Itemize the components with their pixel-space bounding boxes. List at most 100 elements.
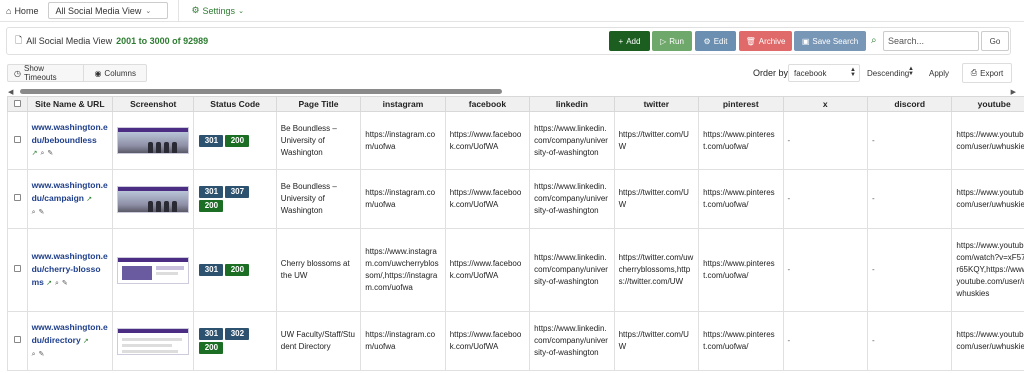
site-cell: www.washington.edu/cherry-blossoms ↗ ⌕ ✎ <box>26 228 114 312</box>
go-button[interactable]: Go <box>981 31 1009 51</box>
magnifier-icon[interactable]: ⌕ <box>32 349 36 361</box>
gears-icon: ⚙ <box>191 5 200 15</box>
facebook-cell: https://www.facebook.com/UofWA <box>444 169 531 229</box>
pencil-icon[interactable]: ✎ <box>38 349 44 361</box>
external-link-icon[interactable]: ↗ <box>46 278 52 290</box>
status-badge: 200 <box>199 342 224 354</box>
instagram-cell: https://instagram.com/uofwa <box>360 169 446 229</box>
screenshot-cell <box>112 169 195 229</box>
results-toolbar: 🗋 All Social Media View 2001 to 3000 of … <box>6 27 1011 55</box>
screenshot-thumbnail[interactable] <box>117 327 190 355</box>
view-toggle-group: ◷ Show Timeouts ◉ Columns <box>7 64 147 82</box>
horizontal-scrollbar[interactable]: ◀ ▶ <box>8 88 1016 96</box>
screenshot-thumbnail[interactable] <box>117 256 190 284</box>
linkedin-cell: https://www.linkedin.com/company/univers… <box>529 228 615 312</box>
magnifier-icon[interactable]: ⌕ <box>32 207 36 219</box>
home-link[interactable]: ⌂ Home <box>0 0 44 22</box>
search-icon: ⌕ <box>871 35 877 46</box>
site-link[interactable]: www.washington.edu/beboundless <box>32 122 108 145</box>
row-checkbox[interactable] <box>7 169 28 229</box>
export-button[interactable]: ⎙ Export <box>962 63 1012 83</box>
order-direction-select[interactable]: Descending ▲ ▼ <box>863 64 917 82</box>
status-badge: 301 <box>199 186 224 198</box>
pencil-icon[interactable]: ✎ <box>38 207 44 219</box>
show-timeouts-button[interactable]: ◷ Show Timeouts <box>8 64 85 82</box>
play-icon: ▷ <box>660 36 667 46</box>
site-link[interactable]: www.washington.edu/directory <box>32 322 108 345</box>
order-field-select[interactable]: facebook ▲ ▼ <box>788 64 860 82</box>
nav-divider <box>178 0 180 22</box>
external-link-icon[interactable]: ↗ <box>86 194 92 206</box>
instagram-cell: https://www.instagram.com/uwcherryblosso… <box>360 228 446 312</box>
discord-cell: - <box>866 311 953 371</box>
column-header[interactable]: twitter <box>613 96 700 112</box>
page-title-cell: UW Faculty/Staff/Student Directory <box>275 311 362 371</box>
column-header[interactable]: linkedin <box>529 96 615 112</box>
search-input[interactable] <box>883 31 979 51</box>
status-badge: 301 <box>199 328 224 340</box>
columns-button[interactable]: ◉ Columns <box>84 65 146 81</box>
screenshot-thumbnail[interactable] <box>117 185 190 213</box>
x-cell: - <box>782 111 868 170</box>
save-icon: ▣ <box>801 36 810 46</box>
youtube-cell: https://www.youtube.com/watch?v=xF57xr65… <box>951 228 1024 312</box>
settings-menu[interactable]: ⚙ Settings ⌄ <box>191 5 243 16</box>
column-header[interactable]: instagram <box>360 96 446 112</box>
checkbox-icon <box>13 336 21 343</box>
scroll-left-icon[interactable]: ◀ <box>8 88 13 96</box>
view-dropdown[interactable]: All Social Media View ⌄ <box>48 2 169 19</box>
twitter-cell: https://twitter.com/UW <box>613 311 700 371</box>
add-button[interactable]: + Add <box>609 31 650 51</box>
site-link[interactable]: www.washington.edu/campaign <box>32 180 108 203</box>
checkbox-icon <box>13 265 21 272</box>
status-badge: 301 <box>199 134 224 147</box>
scroll-right-icon[interactable]: ▶ <box>1011 88 1016 96</box>
external-link-icon[interactable]: ↗ <box>32 148 38 160</box>
column-header[interactable]: Page Title <box>275 96 362 112</box>
run-button[interactable]: ▷ Run <box>652 31 692 51</box>
save-search-button[interactable]: ▣ Save Search <box>794 31 866 51</box>
facebook-cell: https://www.facebook.com/UofWA <box>444 228 531 312</box>
column-header[interactable]: pinterest <box>698 96 784 112</box>
scrollbar-thumb[interactable] <box>20 89 502 94</box>
column-header[interactable]: discord <box>866 96 953 112</box>
status-badge: 200 <box>199 200 224 212</box>
apply-button[interactable]: Apply <box>922 64 956 82</box>
archive-label: Archive <box>758 36 786 46</box>
page-title-cell: Be Boundless – University of Washington <box>275 111 362 170</box>
top-nav: ⌂ Home All Social Media View ⌄ ⚙ Setting… <box>0 0 1024 22</box>
archive-button[interactable]: 🗑 Archive <box>739 31 792 51</box>
pencil-icon[interactable]: ✎ <box>47 148 53 160</box>
row-checkbox[interactable] <box>7 311 28 371</box>
column-header[interactable]: Screenshot <box>112 96 195 112</box>
external-link-icon[interactable]: ↗ <box>83 336 89 348</box>
status-badge: 200 <box>225 264 250 276</box>
instagram-cell: https://instagram.com/uofwa <box>360 111 446 170</box>
magnifier-icon[interactable]: ⌕ <box>40 148 44 160</box>
discord-cell: - <box>866 228 953 312</box>
column-header[interactable]: x <box>782 96 868 112</box>
linkedin-cell: https://www.linkedin.com/company/univers… <box>529 311 615 371</box>
row-checkbox[interactable] <box>7 228 28 312</box>
column-header[interactable]: youtube <box>951 96 1024 112</box>
pinterest-cell: https://www.pinterest.com/uofwa/ <box>698 169 784 229</box>
screenshot-thumbnail[interactable] <box>117 127 190 154</box>
pencil-icon[interactable]: ✎ <box>62 278 68 290</box>
checkbox-icon <box>13 100 21 107</box>
add-label: Add <box>626 36 641 46</box>
edit-button[interactable]: ⚙ Edit <box>695 31 736 51</box>
chevron-down-icon: ⌄ <box>238 7 244 15</box>
select-all-checkbox[interactable] <box>7 96 28 112</box>
site-cell: www.washington.edu/beboundless ↗ ⌕ ✎ <box>26 111 114 170</box>
column-header[interactable]: Site Name & URL <box>26 96 114 112</box>
column-header[interactable]: Status Code <box>193 96 277 112</box>
table-row: www.washington.edu/campaign ↗ ⌕ ✎ 301 307 … <box>7 169 1024 229</box>
magnifier-icon[interactable]: ⌕ <box>55 278 59 290</box>
eye-icon: ◉ <box>94 68 102 78</box>
site-link[interactable]: www.washington.edu/cherry-blossoms <box>32 251 108 287</box>
trash-icon: 🗑 <box>745 36 756 46</box>
row-checkbox[interactable] <box>7 111 28 170</box>
screenshot-cell <box>112 311 195 371</box>
site-cell: www.washington.edu/directory ↗ ⌕ ✎ <box>26 311 114 371</box>
column-header[interactable]: facebook <box>444 96 531 112</box>
